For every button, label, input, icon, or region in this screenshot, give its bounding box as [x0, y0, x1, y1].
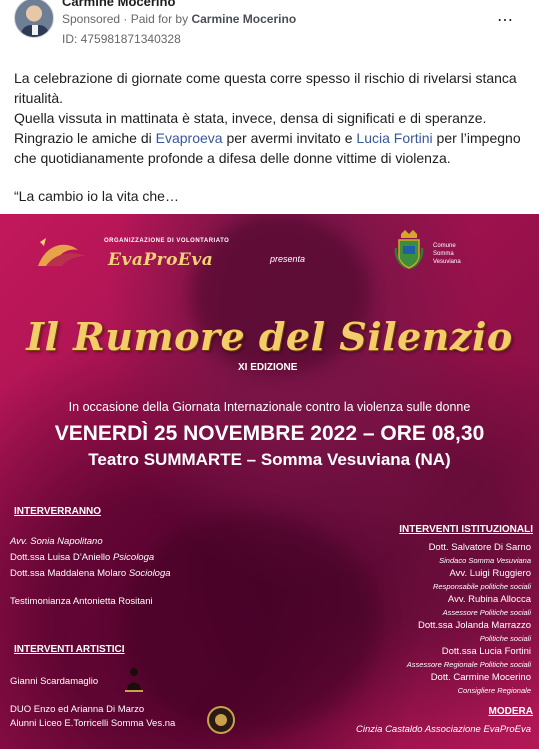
speaker-line: Avv. Sonia Napolitano: [10, 536, 103, 547]
official-name: Avv. Luigi Ruggiero: [449, 568, 531, 579]
org-subtitle: ORGANIZZAZIONE DI VOLONTARIATO: [104, 238, 230, 244]
comune-line-3: Vesuviana: [433, 259, 461, 265]
artist-line: DUO Enzo ed Arianna Di Marzo: [10, 704, 145, 715]
sponsor-line: Sponsored · Paid for by Carmine Mocerino: [62, 12, 296, 26]
official-role: Responsabile politiche sociali: [433, 582, 531, 591]
official-name: Avv. Rubina Allocca: [447, 594, 531, 605]
interverranno-heading: INTERVERRANNO: [14, 506, 102, 517]
official-role: Consigliere Regionale: [457, 686, 531, 695]
artist-silhouette-icon: [125, 668, 143, 692]
edition-label: XI EDIZIONE: [238, 362, 298, 373]
comune-line-2: Somma: [433, 251, 454, 257]
official-role: Assessore Politiche sociali: [442, 608, 531, 617]
speaker-name: Dott.ssa Luisa D’Aniello: [10, 552, 113, 563]
official-name: Dott. Carmine Mocerino: [430, 672, 531, 683]
testimonianza: Testimonianza Antonietta Rositani: [10, 596, 153, 607]
comune-line-1: Comune: [433, 243, 456, 249]
post-quote[interactable]: “La cambio io la vita che…: [14, 188, 179, 204]
evaproeva-logo-icon: [38, 238, 86, 266]
moderator-name: Cinzia Castaldo Associazione EvaProEva: [356, 724, 531, 735]
official-name: Dott. Salvatore Di Sarno: [428, 542, 531, 553]
poster-image[interactable]: ORGANIZZAZIONE DI VOLONTARIATO EvaProEva…: [0, 214, 539, 749]
avatar-shirt: [32, 25, 38, 35]
official-name: Dott.ssa Jolanda Marrazzo: [418, 620, 531, 631]
author-name[interactable]: Carmine Mocerino: [62, 0, 175, 9]
school-logo-inner: [215, 714, 227, 726]
more-options-icon[interactable]: ⋯: [497, 10, 514, 30]
poster-shadow: [120, 514, 380, 734]
speaker-line: Dott.ssa Luisa D’Aniello Psicologa: [10, 552, 154, 563]
paid-for-prefix: Paid for by: [130, 12, 189, 26]
event-date: VENERDÌ 25 NOVEMBRE 2022 – ORE 08,30: [54, 422, 485, 445]
poster-title: Il Rumore del Silenzio: [26, 314, 513, 359]
comune-crest-icon: [394, 230, 424, 270]
occasion-text: In occasione della Giornata Internaziona…: [68, 400, 471, 414]
official-role: Assessore Regionale Politiche sociali: [406, 660, 531, 669]
speaker-role: Psicologa: [112, 552, 155, 563]
artist-line: Alunni Liceo E.Torricelli Somma Ves.na: [10, 718, 176, 729]
post-header: Carmine Mocerino Sponsored · Paid for by…: [0, 0, 539, 60]
artistici-heading: INTERVENTI ARTISTICI: [14, 644, 125, 655]
comune-label: Comune Somma Vesuviana: [433, 242, 493, 266]
p3-text-a: Ringrazio le amiche di: [14, 130, 156, 146]
avatar[interactable]: [14, 0, 54, 38]
presenta-label: presenta: [270, 254, 306, 264]
separator: ·: [123, 12, 128, 26]
istituzionali-heading: INTERVENTI ISTITUZIONALI: [399, 524, 533, 535]
sponsored-label[interactable]: Sponsored: [62, 12, 120, 26]
paragraph-3: Ringrazio le amiche di Evaproeva per ave…: [14, 128, 526, 168]
speaker-name: Dott.ssa Maddalena Molaro: [10, 568, 129, 579]
link-evaproeva[interactable]: Evaproeva: [156, 130, 223, 146]
official-role: Politiche sociali: [479, 634, 531, 643]
artist-line: Gianni Scardamaglio: [10, 676, 99, 687]
paragraph-2: Quella vissuta in mattinata è stata, inv…: [14, 110, 487, 126]
p3-text-b: per avermi invitato e: [222, 130, 357, 146]
modera-heading: MODERA: [488, 706, 533, 717]
post-text: La celebrazione di giornate come questa …: [14, 68, 526, 168]
paragraph-1: La celebrazione di giornate come questa …: [14, 70, 517, 106]
official-role: Sindaco Somma Vesuviana: [439, 556, 531, 565]
event-venue: Teatro SUMMARTE – Somma Vesuviana (NA): [88, 450, 451, 469]
link-lucia-fortini[interactable]: Lucia Fortini: [356, 130, 432, 146]
paid-for-name: Carmine Mocerino: [191, 12, 297, 26]
speaker-name: Avv. Sonia Napolitano: [10, 536, 103, 547]
ad-id: ID: 475981871340328: [62, 32, 181, 46]
school-logo-icon: [207, 706, 235, 734]
speaker-role: Sociologa: [128, 568, 171, 579]
official-name: Dott.ssa Lucia Fortini: [441, 646, 531, 657]
org-name: EvaProEva: [108, 250, 214, 270]
speaker-line: Dott.ssa Maddalena Molaro Sociologa: [10, 568, 171, 579]
